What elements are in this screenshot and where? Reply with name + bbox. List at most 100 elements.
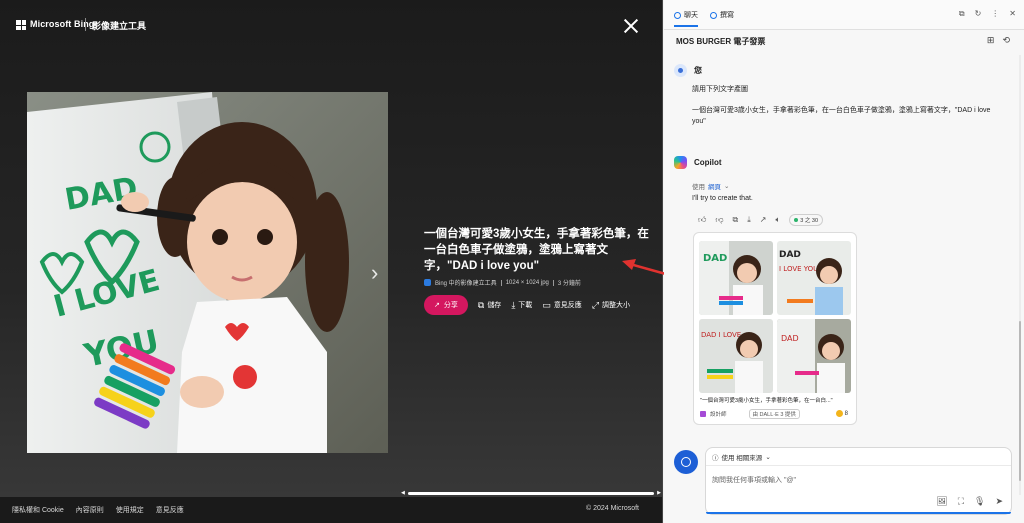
close-icon[interactable]: ✕ bbox=[1009, 9, 1016, 19]
source-selector-label: 使用 相關來源 bbox=[721, 455, 763, 462]
source-prefix: 使用 bbox=[692, 184, 705, 191]
refresh-icon[interactable]: ↻ bbox=[975, 9, 982, 19]
copy-icon[interactable]: ⧉ bbox=[733, 215, 739, 225]
image-result-card[interactable]: DAD DAD I LOVE YOU DAD I LOVE DAD "一個台灣可愛… bbox=[693, 232, 857, 425]
copyright: © 2024 Microsoft bbox=[585, 505, 639, 512]
input-focus-bar bbox=[706, 512, 1011, 514]
meta-time: 3 分鐘前 bbox=[557, 281, 581, 287]
tab-chat-label: 聊天 bbox=[684, 12, 698, 19]
send-icon[interactable]: ➤ bbox=[995, 496, 1003, 507]
footer-link-terms[interactable]: 使用規定 bbox=[116, 505, 144, 515]
share-icon: ↗ bbox=[434, 302, 440, 309]
download-icon[interactable]: ⤓ bbox=[747, 215, 751, 225]
speaker-icon[interactable]: 🔈︎ bbox=[775, 215, 780, 225]
footer-link-content-policy[interactable]: 內容原則 bbox=[76, 505, 104, 515]
vertical-scrollbar[interactable] bbox=[1019, 55, 1021, 495]
user-avatar bbox=[674, 64, 687, 77]
thumbs-up-icon[interactable]: 👍︎ bbox=[698, 215, 706, 225]
image-viewer: Microsoft Bing 影像建立工具 DAD I LOVE › 一個台灣可… bbox=[0, 0, 663, 523]
copilot-logo-icon bbox=[674, 156, 687, 169]
compose-box[interactable]: ⓘ 使用 相關來源 ⌄ 詢問我任何事項或輸入 "@" 🖼︎ ⛶ 🎙︎ ➤ bbox=[705, 447, 1012, 515]
footer-link-privacy[interactable]: 隱私權和 Cookie bbox=[12, 505, 64, 515]
thumbnail-3[interactable]: DAD I LOVE bbox=[699, 319, 773, 393]
screenshot-icon[interactable]: ⛶ bbox=[958, 496, 964, 507]
new-topic-button[interactable] bbox=[674, 450, 698, 474]
compose-divider bbox=[706, 465, 1011, 466]
chat-input[interactable]: 詢問我任何事項或輸入 "@" bbox=[712, 475, 796, 485]
chat-icon bbox=[674, 11, 681, 19]
panel-window-controls: ⧉ ↻ ⋮ ✕ bbox=[959, 9, 1016, 19]
microsoft-logo-icon bbox=[16, 20, 26, 30]
image-card-caption: "一個台灣可愛3歲小女生，手拿著彩色筆，在一台白..." bbox=[700, 398, 833, 404]
save-button[interactable]: ⧉ 儲存 bbox=[478, 300, 501, 310]
svg-text:I LOVE YOU: I LOVE YOU bbox=[779, 265, 818, 273]
conversation-actions: ⊞ ⟲ bbox=[987, 35, 1010, 46]
grid-icon[interactable]: ⊞ bbox=[987, 35, 995, 46]
feedback-button[interactable]: ▭ 意見反應 bbox=[542, 300, 582, 310]
boost-icon bbox=[835, 410, 843, 417]
thumbnail-2[interactable]: DAD I LOVE YOU bbox=[777, 241, 851, 315]
svg-text:DAD I LOVE: DAD I LOVE bbox=[701, 331, 741, 339]
thumbs-down-icon[interactable]: 👎︎ bbox=[715, 215, 723, 225]
thumbnail-1[interactable]: DAD bbox=[699, 241, 773, 315]
more-options-icon[interactable]: ⋮ bbox=[991, 9, 999, 19]
boost-count: 8 bbox=[835, 410, 848, 417]
turn-counter: 3 之 30 bbox=[789, 214, 824, 226]
chevron-down-icon[interactable]: ⌄ bbox=[724, 182, 729, 190]
viewer-footer: 隱私權和 Cookie 內容原則 使用規定 意見反應 © 2024 Micros… bbox=[0, 497, 662, 523]
feedback-label: 意見反應 bbox=[553, 302, 582, 309]
share-button[interactable]: ↗ 分享 bbox=[424, 295, 468, 315]
source-line: 使用 網頁 ⌄ bbox=[692, 181, 729, 191]
designer-label[interactable]: 設計師 bbox=[710, 410, 727, 418]
open-new-icon[interactable]: ⧉ bbox=[959, 9, 965, 19]
image-actions: ↗ 分享 ⧉ 儲存 ⤓ 下載 ▭ 意見反應 ⤢ 調整大小 bbox=[424, 295, 630, 315]
designer-icon bbox=[700, 411, 706, 417]
meta-creator: Bing 中的影像建立工具 bbox=[435, 281, 497, 287]
svg-text:DAD: DAD bbox=[703, 253, 727, 264]
status-dot-icon bbox=[794, 218, 799, 222]
history-icon[interactable]: ⟲ bbox=[1002, 35, 1010, 46]
download-button[interactable]: ⤓ 下載 bbox=[511, 300, 532, 310]
image-input-icon[interactable]: 🖼︎ bbox=[936, 496, 947, 507]
save-label: 儲存 bbox=[487, 302, 502, 309]
source-selector[interactable]: ⓘ 使用 相關來源 ⌄ bbox=[712, 452, 771, 462]
share-icon[interactable]: ↗ bbox=[760, 215, 767, 225]
generated-image: DAD I LOVE YOU bbox=[27, 92, 388, 453]
thumbnail-4[interactable]: DAD bbox=[777, 319, 851, 393]
tab-chat[interactable]: 聊天 bbox=[674, 10, 698, 27]
copilot-panel: 聊天 撰寫 ⧉ ↻ ⋮ ✕ MOS BURGER 電子發票 ⊞ ⟲ 您 請用下列… bbox=[664, 0, 1024, 523]
viewer-header: Microsoft Bing 影像建立工具 bbox=[0, 0, 662, 50]
share-label: 分享 bbox=[443, 302, 458, 309]
copilot-name: Copilot bbox=[694, 158, 722, 167]
tab-compose[interactable]: 撰寫 bbox=[710, 10, 734, 20]
user-name: 您 bbox=[694, 66, 702, 75]
source-link[interactable]: 網頁 bbox=[708, 181, 721, 191]
bing-icon bbox=[424, 279, 431, 286]
image-card-footer: 設計師 由 DALL·E 3 提供 bbox=[700, 409, 800, 419]
svg-text:DAD: DAD bbox=[781, 334, 799, 343]
close-icon[interactable] bbox=[622, 17, 640, 35]
chevron-down-icon: ⌄ bbox=[765, 454, 771, 461]
resize-label: 調整大小 bbox=[602, 302, 631, 309]
info-icon: ⓘ bbox=[712, 455, 719, 462]
microphone-icon[interactable]: 🎙︎ bbox=[974, 496, 985, 507]
scroll-left-icon[interactable]: ◀ bbox=[401, 491, 405, 496]
footer-link-feedback[interactable]: 意見反應 bbox=[156, 505, 184, 515]
scrollbar-thumb[interactable] bbox=[1019, 321, 1021, 481]
scrollbar-thumb[interactable] bbox=[408, 492, 654, 495]
horizontal-scrollbar[interactable]: ◀ ▶ bbox=[400, 491, 662, 496]
svg-text:DAD: DAD bbox=[779, 250, 801, 260]
response-actions: 👍︎ 👎︎ ⧉ ⤓ ↗ 🔈︎ 3 之 30 bbox=[698, 214, 824, 226]
scroll-right-icon[interactable]: ▶ bbox=[657, 491, 661, 496]
brand-divider bbox=[85, 18, 86, 31]
compose-icon bbox=[710, 11, 717, 19]
conversation-title: MOS BURGER 電子發票 bbox=[676, 37, 766, 46]
brand-product: 影像建立工具 bbox=[92, 21, 147, 31]
copilot-reply: I'll try to create that. bbox=[692, 195, 753, 202]
meta-divider bbox=[552, 279, 554, 286]
copilot-header: Copilot bbox=[674, 156, 722, 169]
resize-icon: ⤢ bbox=[591, 299, 600, 310]
turn-counter-label: 3 之 30 bbox=[800, 218, 819, 224]
resize-button[interactable]: ⤢ 調整大小 bbox=[592, 300, 630, 310]
chevron-right-icon[interactable]: › bbox=[371, 262, 385, 284]
